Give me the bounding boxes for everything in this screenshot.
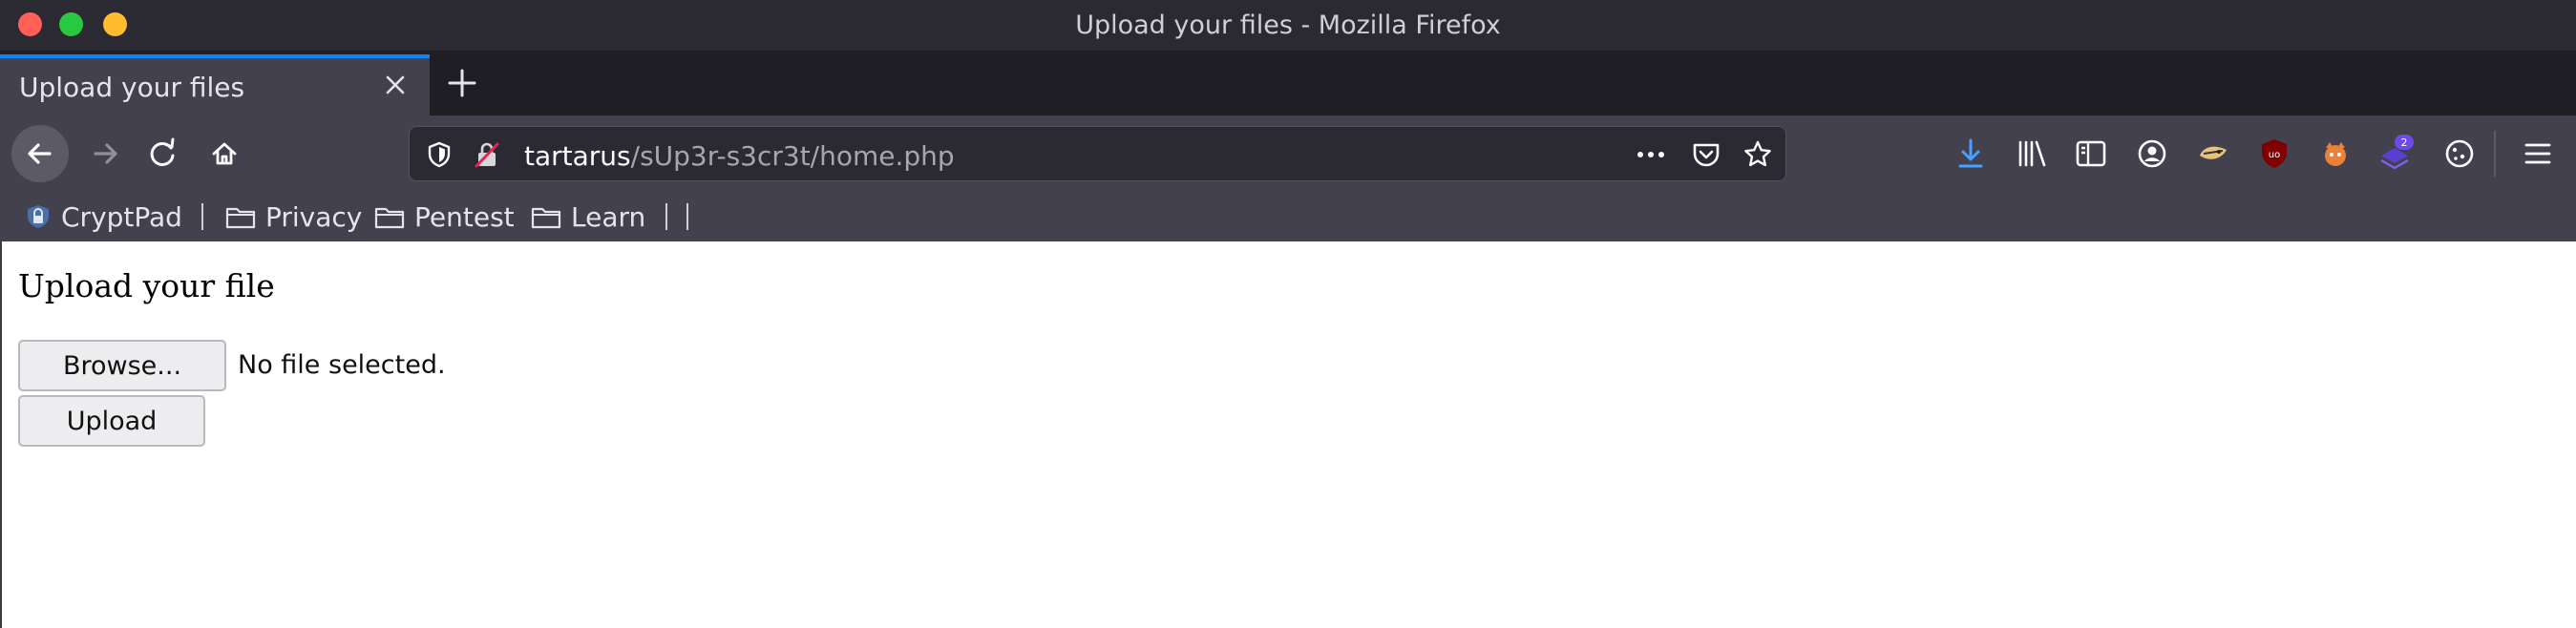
page-actions-more-icon[interactable] [1630, 138, 1672, 171]
tab-bar: Upload your files [0, 51, 2576, 115]
file-status-text: No file selected. [238, 350, 446, 380]
home-button[interactable] [196, 125, 253, 182]
reload-icon [150, 137, 175, 166]
tracking-protection-shield-icon[interactable] [423, 138, 455, 171]
address-bar[interactable]: tartarus/sUp3r-s3cr3t/home.php [409, 126, 1786, 181]
arrow-left-icon [28, 143, 52, 164]
toolbar-separator [2494, 131, 2496, 177]
title-bar: Upload your files - Mozilla Firefox [0, 0, 2576, 51]
svg-text:uo: uo [2269, 150, 2280, 160]
page-heading: Upload your file [18, 267, 275, 304]
account-icon[interactable] [2133, 135, 2171, 173]
folder-icon [374, 207, 405, 229]
bookmark-separator [201, 203, 203, 230]
insecure-lock-icon[interactable] [471, 138, 503, 171]
back-button[interactable] [11, 125, 69, 182]
cryptpad-icon [28, 205, 49, 228]
bookmark-star-icon[interactable] [1741, 137, 1775, 172]
extension-layers-icon[interactable]: 2 [2377, 135, 2416, 173]
bookmark-folder-learn[interactable]: Learn [531, 199, 645, 234]
downloads-icon[interactable] [1952, 135, 1990, 173]
url-path: /sUp3r-s3cr3t/home.php [630, 140, 955, 172]
bookmark-cryptpad[interactable]: CryptPad [25, 199, 182, 234]
page-content: Upload your file Browse... No file selec… [0, 241, 2576, 628]
arrow-right-icon [94, 143, 117, 164]
bookmark-label: Pentest [414, 200, 515, 233]
upload-button[interactable]: Upload [18, 395, 205, 447]
forward-button[interactable] [76, 125, 134, 182]
new-tab-icon[interactable] [441, 62, 483, 104]
home-icon [212, 142, 237, 165]
folder-icon [225, 207, 256, 229]
bookmark-label: Privacy [265, 200, 363, 233]
hamburger-menu-icon[interactable] [2519, 135, 2557, 173]
tab-upload-your-files[interactable]: Upload your files [0, 54, 430, 115]
reload-button[interactable] [134, 125, 191, 182]
pocket-icon[interactable] [1689, 138, 1723, 171]
bookmarks-toolbar: CryptPad Privacy Pentest Learn [0, 192, 2576, 242]
extension-fox-icon[interactable] [2194, 135, 2232, 173]
cookie-icon[interactable] [2440, 135, 2479, 173]
bookmark-folder-pentest[interactable]: Pentest [374, 199, 515, 234]
url-text[interactable]: tartarus/sUp3r-s3cr3t/home.php [524, 140, 955, 172]
browse-file-button[interactable]: Browse... [18, 340, 226, 391]
folder-icon [531, 207, 561, 229]
extension-fox-orange-icon[interactable] [2316, 135, 2354, 173]
bookmark-folder-privacy[interactable]: Privacy [225, 199, 362, 234]
window-title: Upload your files - Mozilla Firefox [1075, 10, 1501, 40]
sidebar-icon[interactable] [2072, 135, 2110, 173]
bookmark-label: CryptPad [61, 200, 182, 233]
library-icon[interactable] [2013, 135, 2051, 173]
bookmark-separator [686, 203, 688, 230]
bookmark-separator [665, 203, 667, 230]
navigation-toolbar: tartarus/sUp3r-s3cr3t/home.php uo 2 [0, 115, 2576, 192]
close-tab-icon[interactable] [378, 68, 412, 102]
bookmark-label: Learn [571, 200, 646, 233]
extension-badge: 2 [2401, 136, 2408, 149]
url-host: tartarus [524, 140, 631, 172]
ublock-origin-icon[interactable]: uo [2255, 135, 2293, 173]
tab-title: Upload your files [19, 72, 245, 103]
